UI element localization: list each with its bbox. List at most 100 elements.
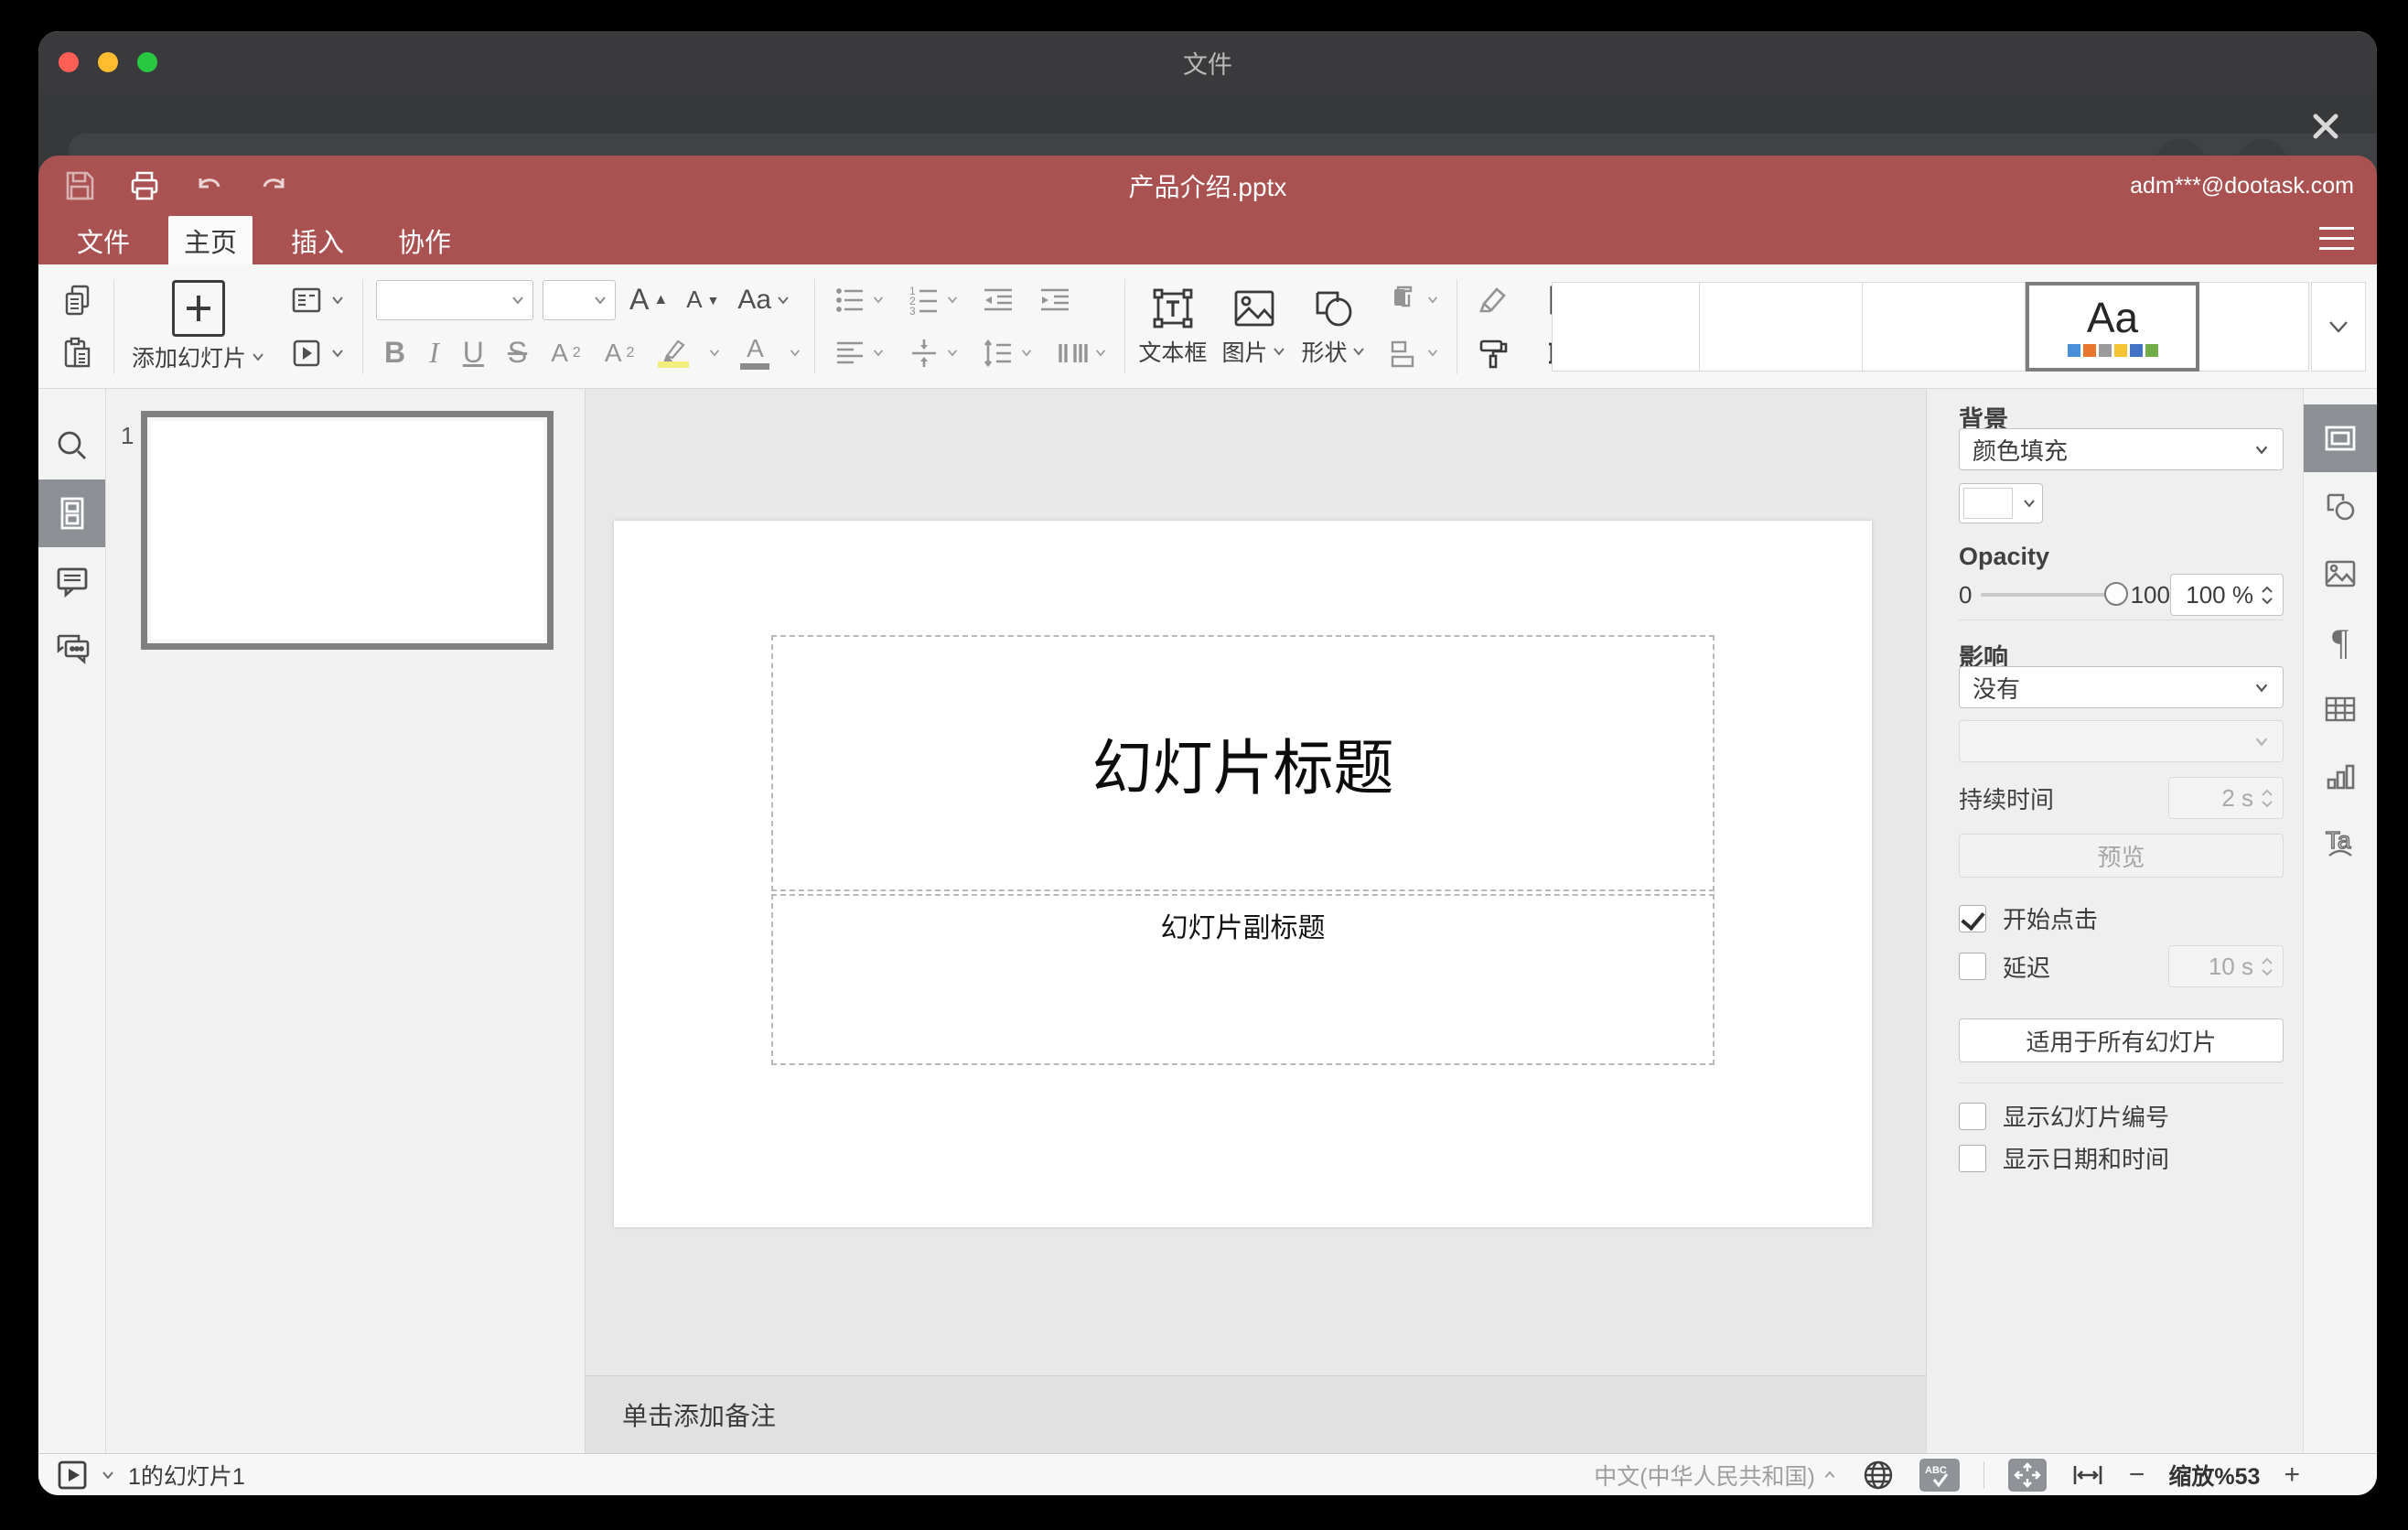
show-date-time-row[interactable]: 显示日期和时间 (1959, 1141, 2284, 1175)
bold-icon[interactable]: B (380, 336, 410, 370)
font-color-icon[interactable]: A (736, 336, 774, 370)
numbered-list-icon[interactable]: 123 (902, 283, 963, 318)
decrease-font-icon[interactable]: A ▼ (682, 286, 724, 314)
chart-settings-tab[interactable] (2304, 743, 2377, 811)
increase-font-icon[interactable]: A ▲ (625, 283, 672, 317)
add-slide-button[interactable] (172, 279, 225, 337)
title-placeholder[interactable]: 幻灯片标题 (771, 635, 1715, 891)
theme-option[interactable] (1552, 282, 1700, 372)
copy-style-icon[interactable] (1470, 335, 1516, 372)
start-slideshow-icon[interactable] (283, 334, 349, 372)
arrange-icon[interactable] (1381, 282, 1444, 318)
theme-option[interactable] (1863, 282, 2026, 372)
strikethrough-icon[interactable]: S (503, 336, 532, 370)
show-slide-number-checkbox[interactable] (1959, 1102, 1986, 1130)
textbox-icon[interactable] (1145, 286, 1200, 331)
show-date-time-checkbox[interactable] (1959, 1144, 1986, 1172)
chat-panel-button[interactable] (38, 615, 105, 683)
spellcheck-toggle[interactable]: ABC (1919, 1458, 1960, 1492)
chevron-down-icon[interactable] (101, 1470, 115, 1481)
minimize-traffic-button[interactable] (98, 52, 118, 72)
paste-icon[interactable] (55, 335, 101, 372)
slide-canvas[interactable]: 幻灯片标题 幻灯片副标题 (614, 521, 1872, 1227)
clear-style-icon[interactable] (1470, 282, 1516, 318)
shape-label: 形状 (1301, 339, 1348, 366)
slide-subtitle-text[interactable]: 幻灯片副标题 (1161, 905, 1326, 945)
shape-icon[interactable] (1306, 286, 1362, 331)
horizontal-align-icon[interactable] (828, 336, 889, 371)
chevron-down-icon (2024, 500, 2035, 508)
tab-insert[interactable]: 插入 (275, 216, 360, 264)
opacity-slider[interactable] (1981, 582, 2128, 606)
apply-to-all-slides-button[interactable]: 适用于所有幻灯片 (1959, 1018, 2284, 1062)
start-slideshow-status-icon[interactable] (57, 1460, 88, 1491)
change-case-icon[interactable]: Aa (733, 285, 795, 316)
zoom-out-button[interactable]: − (2129, 1460, 2145, 1491)
theme-option-selected[interactable]: Aa (2026, 282, 2199, 372)
italic-icon[interactable]: I (425, 336, 444, 370)
textbox-label[interactable]: 文本框 (1138, 335, 1207, 368)
copy-icon[interactable] (55, 282, 101, 318)
undo-icon[interactable] (191, 167, 228, 204)
textart-settings-tab[interactable]: Ta (2304, 811, 2377, 878)
maximize-traffic-button[interactable] (137, 52, 157, 72)
menu-hamburger-icon[interactable] (2319, 227, 2354, 250)
language-selector[interactable]: 中文(中华人民共和国) (1594, 1459, 1837, 1492)
shape-label-button[interactable]: 形状 (1301, 335, 1366, 368)
background-fill-select[interactable]: 颜色填充 (1959, 428, 2284, 470)
start-on-click-checkbox-row[interactable]: 开始点击 (1959, 901, 2284, 935)
notes-area[interactable]: 单击添加备注 (586, 1375, 1926, 1453)
image-settings-tab[interactable] (2304, 540, 2377, 608)
redo-icon[interactable] (255, 167, 292, 204)
decrease-indent-icon[interactable] (976, 283, 1020, 318)
delay-checkbox-row[interactable]: 延迟 (1959, 950, 2050, 984)
subscript-icon[interactable]: A2 (600, 339, 640, 368)
slide-thumbnail-selected[interactable] (141, 411, 554, 650)
fit-to-width-icon[interactable] (2070, 1460, 2105, 1490)
table-settings-tab[interactable] (2304, 675, 2377, 743)
opacity-spinner[interactable]: 100 % (2169, 574, 2284, 616)
superscript-icon[interactable]: A2 (546, 339, 586, 368)
background-color-picker[interactable] (1959, 483, 2043, 523)
bullet-list-icon[interactable] (828, 283, 889, 318)
start-on-click-checkbox[interactable] (1959, 904, 1986, 932)
effect-select[interactable]: 没有 (1959, 666, 2284, 708)
highlight-color-icon[interactable] (653, 338, 693, 368)
underline-icon[interactable]: U (458, 336, 489, 370)
slide-layout-icon[interactable] (283, 281, 349, 319)
theme-gallery-expand-button[interactable] (2311, 282, 2366, 372)
close-editor-button[interactable] (2307, 108, 2344, 145)
image-icon[interactable] (1226, 286, 1283, 331)
slides-panel-button[interactable] (38, 479, 105, 547)
tab-collaboration[interactable]: 协作 (382, 216, 467, 264)
increase-indent-icon[interactable] (1033, 283, 1077, 318)
theme-option[interactable] (2199, 282, 2309, 372)
duration-spinner: 2 s (2168, 777, 2284, 819)
line-spacing-icon[interactable] (976, 336, 1037, 371)
font-name-select[interactable] (376, 279, 534, 320)
show-slide-number-row[interactable]: 显示幻灯片编号 (1959, 1099, 2284, 1133)
opacity-slider-knob[interactable] (2103, 582, 2128, 606)
tab-file[interactable]: 文件 (61, 216, 145, 264)
tab-home[interactable]: 主页 (168, 216, 253, 264)
slide-title-text[interactable]: 幻灯片标题 (1092, 719, 1394, 807)
align-objects-icon[interactable] (1381, 335, 1444, 372)
set-language-globe-icon[interactable] (1861, 1458, 1896, 1492)
columns-icon[interactable] (1050, 336, 1112, 371)
font-size-select[interactable] (543, 279, 617, 320)
add-slide-label-button[interactable]: 添加幻灯片 (127, 340, 270, 373)
paragraph-settings-tab[interactable]: ¶ (2304, 608, 2377, 675)
slide-settings-tab[interactable] (2304, 404, 2377, 472)
theme-option[interactable] (1700, 282, 1863, 372)
save-icon[interactable] (61, 167, 98, 204)
comments-panel-button[interactable] (38, 547, 105, 615)
subtitle-placeholder[interactable]: 幻灯片副标题 (771, 894, 1715, 1065)
shape-settings-tab[interactable] (2304, 472, 2377, 540)
close-traffic-button[interactable] (59, 52, 79, 72)
zoom-in-button[interactable]: + (2284, 1460, 2300, 1491)
image-label-button[interactable]: 图片 (1221, 335, 1286, 368)
vertical-align-icon[interactable] (902, 336, 963, 371)
delay-checkbox[interactable] (1959, 953, 1986, 980)
fit-to-slide-toggle[interactable] (2007, 1458, 2047, 1492)
search-panel-button[interactable] (38, 412, 105, 479)
